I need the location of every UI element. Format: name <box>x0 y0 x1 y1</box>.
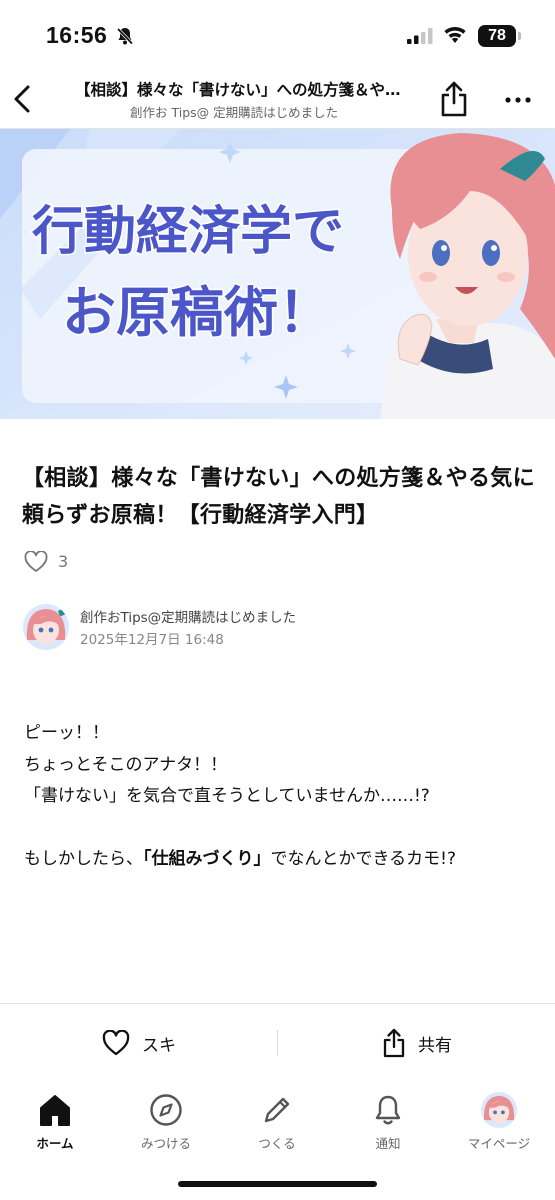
status-bar: 16:56 78 <box>0 0 555 70</box>
action-bar: スキ 共有 <box>0 1003 555 1083</box>
like-button-label: スキ <box>142 1035 176 1056</box>
author-avatar[interactable] <box>23 604 69 650</box>
tab-home[interactable]: ホーム <box>0 1090 110 1152</box>
svg-text:行動経済学で: 行動経済学で <box>32 201 344 262</box>
nav-bar: 【相談】様々な「書けない」への処方箋＆やる気に頼らずお原稿！【行動経済学入門】 … <box>0 70 555 129</box>
tab-label: マイページ <box>467 1136 531 1151</box>
article-body: ピーッ！！ ちょっとそこのアナタ！！ 「書けない」を気合で直そうとしていませんか… <box>24 718 539 876</box>
back-arrow-icon[interactable] <box>8 82 38 116</box>
divider <box>277 1030 278 1056</box>
body-paragraph: ちょっとそこのアナタ！！ <box>24 754 228 775</box>
tab-mypage[interactable]: マイページ <box>444 1090 554 1152</box>
like-count-value: 3 <box>58 552 69 571</box>
nav-subtitle: 創作お Tips@ 定期購読はじめました <box>130 105 339 120</box>
home-icon <box>0 1090 110 1130</box>
share-icon <box>383 1028 405 1058</box>
like-button[interactable]: スキ <box>102 1028 176 1058</box>
body-paragraph: ピーッ！！ <box>24 723 109 743</box>
bell-muted-icon <box>115 26 135 50</box>
share-icon[interactable] <box>438 80 470 118</box>
battery-icon: 78 <box>478 25 516 47</box>
more-options-icon[interactable] <box>503 84 533 114</box>
tab-label: ホーム <box>36 1136 74 1151</box>
home-indicator <box>178 1181 377 1187</box>
hero-banner: 行動経済学で お原稿術！ <box>0 129 555 419</box>
body-text: でなんとかできるカモ!? <box>270 849 457 869</box>
tab-notifications[interactable]: 通知 <box>333 1090 443 1152</box>
share-button-label: 共有 <box>418 1035 452 1056</box>
publish-date: 2025年12月7日 16:48 <box>80 632 224 648</box>
tab-label: みつける <box>140 1136 191 1151</box>
body-text: もしかしたら、 <box>24 849 143 869</box>
avatar <box>444 1090 554 1130</box>
bell-icon <box>333 1090 443 1130</box>
battery-tip <box>518 32 521 40</box>
tab-label: つくる <box>258 1136 296 1151</box>
tab-create[interactable]: つくる <box>222 1090 332 1152</box>
body-bold-text: 「仕組みづくり」 <box>143 849 271 869</box>
heart-icon <box>102 1030 130 1056</box>
nav-title: 【相談】様々な「書けない」への処方箋＆やる気に頼らずお原稿！【行動経済学入門】 <box>75 81 405 99</box>
tab-label: 通知 <box>375 1136 401 1151</box>
compass-icon <box>111 1090 221 1130</box>
svg-text:お原稿術！: お原稿術！ <box>62 280 332 344</box>
author-name[interactable]: 創作おTips@定期購読はじめました <box>80 606 296 626</box>
wifi-icon <box>443 26 467 48</box>
signal-icon <box>407 28 433 48</box>
status-time: 16:56 <box>46 22 108 48</box>
tab-discover[interactable]: みつける <box>111 1090 221 1152</box>
pencil-icon <box>222 1090 332 1130</box>
article-title: 【相談】様々な「書けない」への処方箋＆やる気に頼らずお原稿！【行動経済学入門】 <box>22 466 535 528</box>
share-button[interactable]: 共有 <box>382 1028 452 1058</box>
body-paragraph: 「書けない」を気合で直そうとしていませんか……!? <box>24 786 430 806</box>
body-paragraph: もしかしたら、「仕組みづくり」でなんとかできるカモ!? <box>24 844 539 876</box>
